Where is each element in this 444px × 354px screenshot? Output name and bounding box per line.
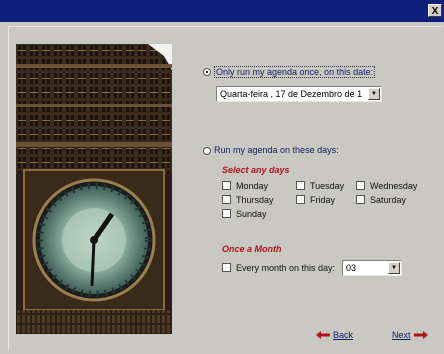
- saturday-label: Saturday: [370, 195, 407, 205]
- every-month-label: Every month on this day:: [236, 263, 336, 273]
- select-days-heading: Select any days: [222, 165, 290, 175]
- wednesday-checkbox[interactable]: [356, 181, 365, 190]
- back-button[interactable]: Back: [316, 330, 353, 340]
- big-ben-picture: [16, 44, 172, 334]
- next-button[interactable]: Next: [392, 330, 428, 340]
- wednesday-label: Wednesday: [370, 181, 418, 191]
- thursday-label: Thursday: [236, 195, 274, 205]
- back-label: Back: [333, 330, 354, 340]
- arrow-right-icon: [413, 331, 428, 339]
- run-once-label[interactable]: Only run my agenda once, on this date:: [214, 66, 376, 78]
- date-dropdown[interactable]: Quarta-feira , 17 de Dezembro de 1 ▼: [216, 86, 382, 102]
- run-on-days-label[interactable]: Run my agenda on these days:: [214, 145, 339, 155]
- tuesday-label: Tuesday: [310, 181, 345, 191]
- next-label: Next: [392, 330, 411, 340]
- date-value: Quarta-feira , 17 de Dezembro de 1: [220, 89, 363, 99]
- title-bar: X: [0, 0, 444, 22]
- monday-checkbox[interactable]: [222, 181, 231, 190]
- tuesday-checkbox[interactable]: [296, 181, 305, 190]
- saturday-checkbox[interactable]: [356, 195, 365, 204]
- chevron-down-icon[interactable]: ▼: [368, 88, 380, 100]
- monthly-heading: Once a Month: [222, 244, 282, 254]
- run-on-days-radio[interactable]: [203, 147, 211, 155]
- arrow-left-icon: [316, 331, 330, 339]
- every-month-checkbox[interactable]: [222, 263, 231, 272]
- friday-checkbox[interactable]: [296, 195, 305, 204]
- monday-label: Monday: [236, 181, 269, 191]
- month-day-value: 03: [346, 263, 357, 273]
- thursday-checkbox[interactable]: [222, 195, 231, 204]
- friday-label: Friday: [310, 195, 336, 205]
- run-once-radio[interactable]: [203, 68, 211, 76]
- month-day-dropdown[interactable]: 03 ▼: [342, 260, 402, 276]
- sunday-label: Sunday: [236, 209, 267, 219]
- chevron-down-icon[interactable]: ▼: [388, 262, 400, 274]
- sunday-checkbox[interactable]: [222, 209, 231, 218]
- close-button[interactable]: X: [428, 4, 442, 17]
